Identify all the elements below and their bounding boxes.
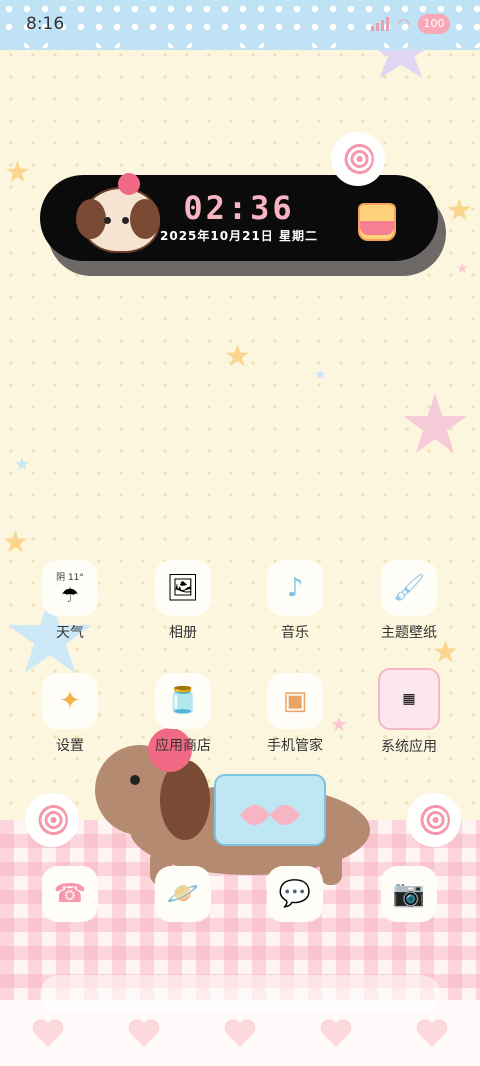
system-apps-folder-icon: ▦ <box>378 668 440 730</box>
phone-icon: ☎ <box>42 866 98 922</box>
yellow-star-icon: ★ <box>224 339 251 374</box>
phone-manager-icon: ▣ <box>267 673 323 729</box>
app-store-jar-icon: 🫙 <box>155 673 211 729</box>
status-time: 8:16 <box>26 14 65 34</box>
app-phone-manager[interactable]: ▣ 手机管家 <box>240 673 350 755</box>
app-music[interactable]: ♪ 音乐 <box>240 560 350 642</box>
app-label: 应用商店 <box>155 738 211 754</box>
heart-icon <box>319 1020 353 1050</box>
dock-camera[interactable]: 📷 <box>354 866 464 922</box>
swirl-candy-sticker <box>410 796 458 844</box>
heart-icon <box>223 1020 257 1050</box>
blue-star-icon: ★ <box>14 454 31 475</box>
dock <box>40 975 440 1013</box>
app-label: 音乐 <box>281 625 309 641</box>
wifi-icon: ◠ <box>396 15 410 33</box>
app-system-folder[interactable]: ▦ 系统应用 <box>354 668 464 756</box>
swirl-candy-sticker <box>28 796 76 844</box>
dock-messages[interactable]: 💬 <box>240 866 350 922</box>
status-icons: ◠ 100 <box>370 14 450 34</box>
app-gallery[interactable]: 🖼 相册 <box>128 560 238 642</box>
app-label: 天气 <box>56 625 84 641</box>
clock-widget[interactable]: 02:36 2025年10月21日 星期二 <box>40 173 438 261</box>
weather-badge: 阴 11° <box>56 572 84 583</box>
heart-icon <box>31 1020 65 1050</box>
app-label: 设置 <box>56 738 84 754</box>
dock-browser[interactable]: 🪐 <box>128 866 238 922</box>
yellow-star-icon: ★ <box>432 635 459 670</box>
umbrella-weather-icon: 阴 11° ☂ <box>42 560 98 616</box>
pink-star-icon: ★ <box>456 261 469 277</box>
heart-icon <box>415 1020 449 1050</box>
fries-icon <box>358 203 396 241</box>
app-weather[interactable]: 阴 11° ☂ 天气 <box>15 560 125 642</box>
yellow-star-icon: ★ <box>2 525 29 560</box>
heart-icon <box>127 1020 161 1050</box>
photo-album-icon: 🖼 <box>155 560 211 616</box>
paint-roller-icon: 🖌 <box>381 560 437 616</box>
app-label: 主题壁纸 <box>381 625 437 641</box>
status-bar-scallop <box>0 36 480 56</box>
app-label: 相册 <box>169 625 197 641</box>
app-label: 系统应用 <box>381 739 437 755</box>
signal-icon <box>370 17 389 31</box>
yellow-star-icon: ★ <box>4 155 31 190</box>
app-themes[interactable]: 🖌 主题壁纸 <box>354 560 464 642</box>
settings-wand-icon: ✦ <box>42 673 98 729</box>
blue-star-icon: ★ <box>314 367 327 383</box>
yellow-star-icon: ★ <box>446 193 473 228</box>
app-settings[interactable]: ✦ 设置 <box>15 673 125 755</box>
camera-icon: 📷 <box>381 866 437 922</box>
swirl-candy-sticker <box>334 135 382 183</box>
music-note-icon: ♪ <box>267 560 323 616</box>
messages-bubble-icon: 💬 <box>267 866 323 922</box>
app-store[interactable]: 🫙 应用商店 <box>128 673 238 755</box>
app-label: 手机管家 <box>267 738 323 754</box>
hearts-border <box>0 1020 480 1060</box>
dock-phone[interactable]: ☎ <box>15 866 125 922</box>
browser-planet-icon: 🪐 <box>155 866 211 922</box>
battery-indicator: 100 <box>418 14 450 34</box>
